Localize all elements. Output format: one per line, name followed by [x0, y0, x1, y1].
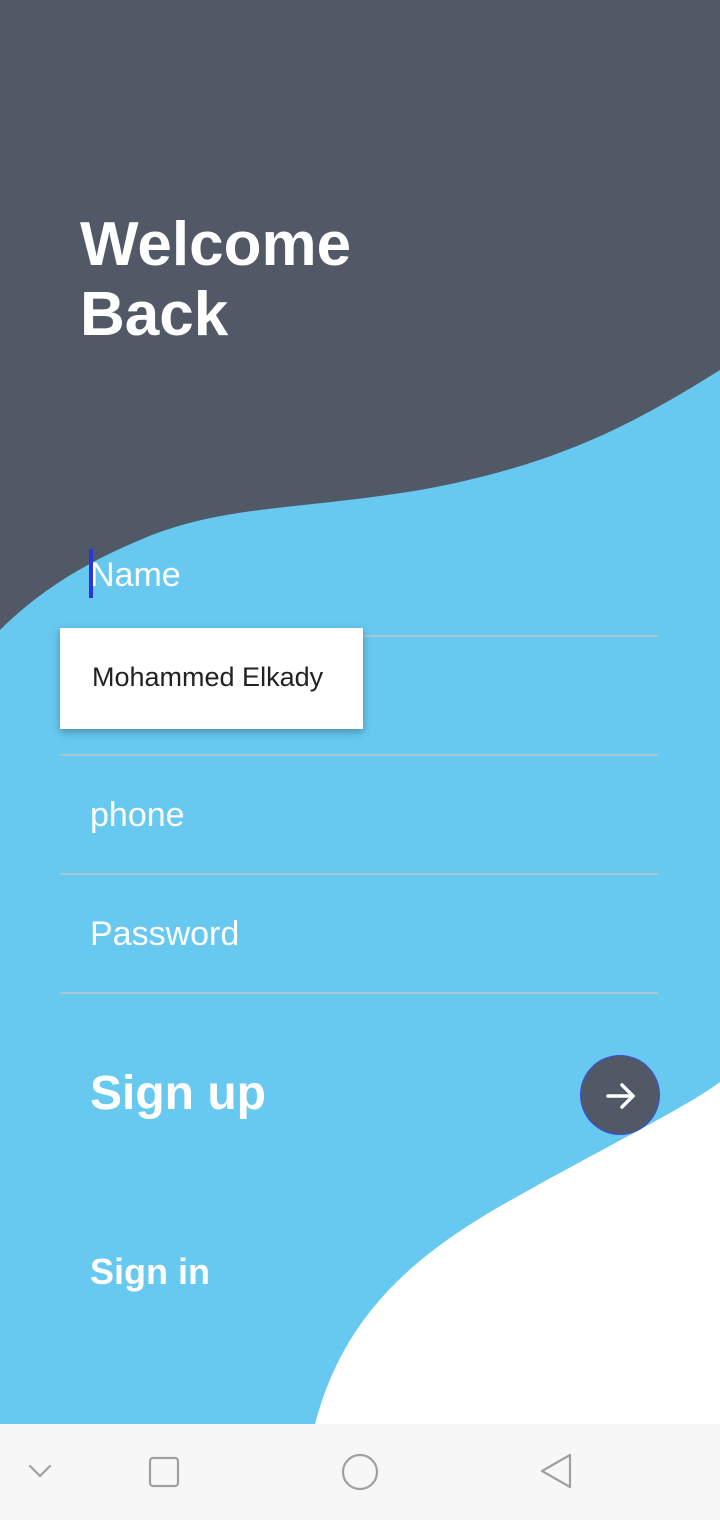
nav-back-button[interactable] [516, 1424, 596, 1520]
recent-apps-icon [148, 1456, 180, 1488]
nav-collapse-button[interactable] [0, 1424, 80, 1520]
password-input[interactable] [90, 876, 630, 992]
autofill-suggestion[interactable]: Mohammed Elkady [60, 628, 363, 729]
page-title: Welcome Back [80, 210, 351, 350]
home-icon [341, 1453, 379, 1491]
phone-field [60, 757, 658, 875]
back-icon [540, 1453, 572, 1489]
system-navigation-bar [0, 1424, 720, 1520]
page-title-line2: Back [80, 280, 229, 349]
chevron-down-icon [28, 1464, 52, 1478]
autofill-suggestion-text: Mohammed Elkady [92, 662, 324, 692]
nav-home-button[interactable] [320, 1424, 400, 1520]
signin-link[interactable]: Sign in [90, 1251, 210, 1293]
signup-submit-button[interactable] [580, 1055, 660, 1135]
page-title-line1: Welcome [80, 210, 352, 279]
name-input[interactable] [90, 517, 630, 633]
name-field [60, 517, 658, 637]
signup-label[interactable]: Sign up [90, 1066, 266, 1121]
arrow-right-icon [606, 1083, 635, 1109]
password-field [60, 876, 658, 994]
text-caret [89, 549, 93, 598]
nav-recent-apps-button[interactable] [124, 1424, 204, 1520]
phone-input[interactable] [90, 757, 630, 873]
